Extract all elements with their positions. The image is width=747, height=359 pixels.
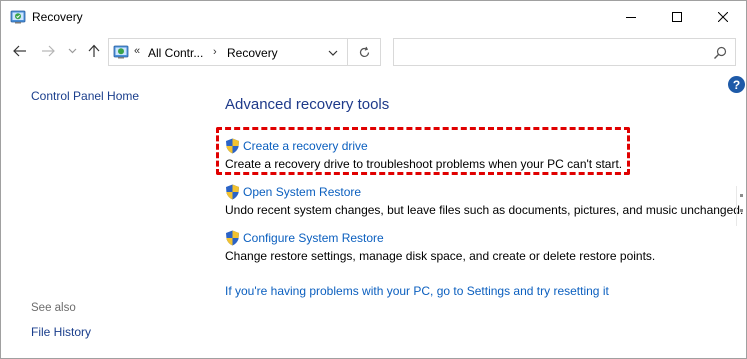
configure-system-restore-link[interactable]: Configure System Restore — [225, 230, 655, 246]
title-bar: Recovery — [1, 1, 746, 32]
address-bar[interactable]: « All Contr... › Recovery — [108, 38, 348, 66]
window-title: Recovery — [32, 10, 83, 24]
shield-icon — [226, 230, 239, 246]
back-button[interactable] — [11, 42, 29, 60]
see-also-label: See also — [31, 302, 76, 314]
configure-system-restore-description: Change restore settings, manage disk spa… — [225, 249, 656, 263]
task-configure-system-restore: Configure System Restore Change restore … — [225, 230, 655, 263]
file-history-link[interactable]: File History — [31, 325, 91, 339]
close-button[interactable] — [700, 1, 746, 32]
highlight-box — [216, 127, 630, 175]
recent-locations-button[interactable] — [65, 42, 79, 60]
task-open-system-restore: Open System Restore Undo recent system c… — [225, 184, 743, 217]
breadcrumb-parent[interactable]: All Contr... — [148, 46, 203, 60]
recovery-window: Recovery « All Contr... › Recovery Contr… — [0, 0, 747, 359]
minimize-button[interactable] — [608, 1, 654, 32]
navigation-bar: « All Contr... › Recovery — [1, 32, 746, 72]
address-dropdown-button[interactable] — [326, 47, 340, 59]
forward-button[interactable] — [39, 42, 57, 60]
open-system-restore-description: Undo recent system changes, but leave fi… — [225, 203, 744, 217]
maximize-button[interactable] — [654, 1, 700, 32]
shield-icon — [226, 184, 239, 200]
arrow-right-icon — [42, 45, 55, 57]
search-input[interactable] — [393, 38, 736, 66]
help-button[interactable]: ? — [728, 76, 745, 93]
breadcrumb-separator[interactable]: › — [213, 46, 217, 58]
open-system-restore-link[interactable]: Open System Restore — [225, 184, 743, 200]
search-icon — [714, 46, 727, 59]
close-icon — [718, 11, 728, 22]
arrow-up-icon — [88, 44, 100, 57]
configure-system-restore-label[interactable]: Configure System Restore — [243, 231, 384, 245]
recovery-icon — [10, 10, 26, 24]
arrow-left-icon — [13, 45, 26, 57]
refresh-icon — [359, 46, 369, 57]
reset-pc-settings-link[interactable]: If you're having problems with your PC, … — [225, 284, 609, 298]
control-panel-icon — [113, 45, 129, 59]
refresh-button[interactable] — [348, 38, 381, 66]
scroll-grip — [740, 209, 743, 212]
minimize-icon — [626, 16, 636, 18]
up-button[interactable] — [85, 42, 103, 60]
breadcrumb-current[interactable]: Recovery — [227, 46, 278, 60]
control-panel-home-link[interactable]: Control Panel Home — [31, 89, 139, 103]
maximize-icon — [672, 11, 682, 22]
breadcrumb-overflow[interactable]: « — [134, 45, 140, 57]
scrollbar[interactable] — [736, 186, 746, 226]
page-title: Advanced recovery tools — [225, 96, 390, 113]
scroll-grip — [740, 194, 743, 197]
open-system-restore-label[interactable]: Open System Restore — [243, 185, 361, 199]
chevron-down-icon — [68, 48, 76, 54]
chevron-down-icon — [328, 50, 338, 56]
